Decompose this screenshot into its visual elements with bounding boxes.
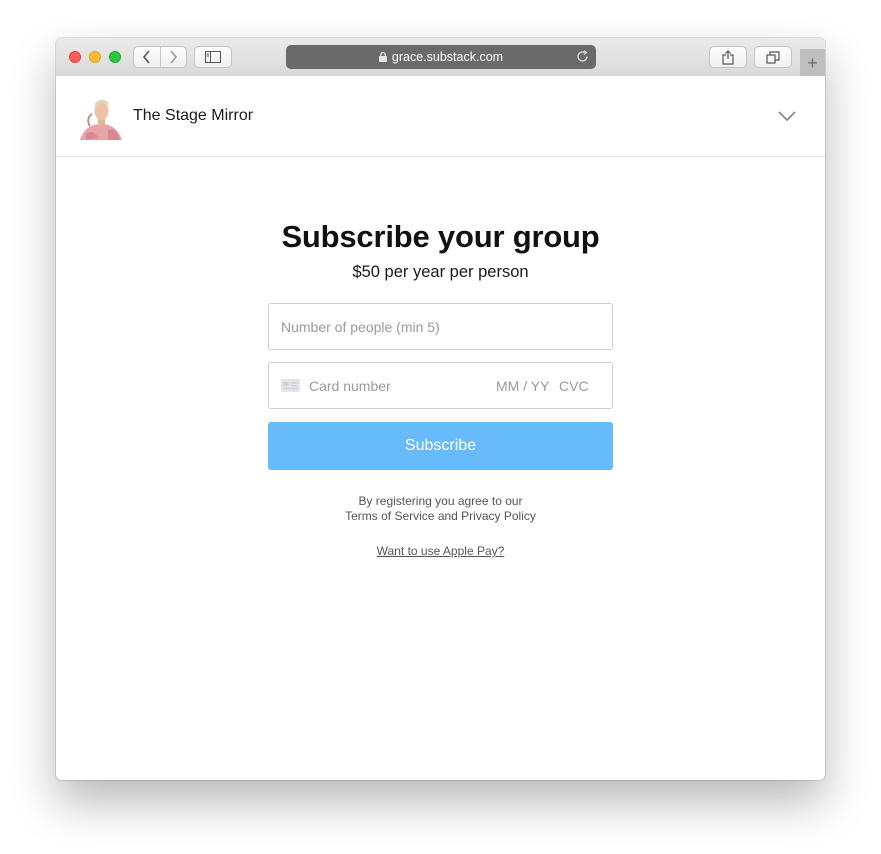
sidebar-button[interactable] (194, 46, 232, 68)
cvc-placeholder: CVC (559, 378, 589, 394)
reload-icon[interactable] (576, 50, 589, 63)
publication-name[interactable]: The Stage Mirror (133, 107, 253, 125)
apple-pay-link[interactable]: Want to use Apple Pay? (56, 544, 825, 558)
navigation-buttons (133, 46, 187, 68)
plus-icon: + (807, 52, 818, 73)
chevron-right-icon (170, 50, 178, 64)
chevron-down-icon[interactable] (778, 109, 796, 127)
share-button[interactable] (709, 46, 747, 68)
back-button[interactable] (134, 47, 160, 67)
browser-window: grace.substack.com + The Stage Mirror Su… (56, 38, 825, 780)
expiry-placeholder: MM / YY (496, 378, 550, 394)
close-window-button[interactable] (69, 51, 81, 63)
share-icon (722, 49, 734, 65)
browser-toolbar: grace.substack.com + (56, 38, 825, 77)
terms-and-privacy-links[interactable]: Terms of Service and Privacy Policy (56, 509, 825, 524)
price-text: $50 per year per person (352, 263, 529, 281)
card-input[interactable]: Card number MM / YY CVC (268, 362, 613, 409)
new-tab-button[interactable]: + (800, 49, 825, 76)
publication-header: The Stage Mirror (56, 76, 825, 157)
avatar[interactable] (78, 94, 124, 140)
minimize-window-button[interactable] (89, 51, 101, 63)
url-text: grace.substack.com (391, 50, 504, 64)
chevron-left-icon (142, 50, 150, 64)
address-bar[interactable]: grace.substack.com (286, 45, 596, 69)
forward-button[interactable] (161, 47, 187, 67)
page-title: Subscribe your group (281, 219, 600, 254)
zoom-window-button[interactable] (109, 51, 121, 63)
subscribe-button[interactable]: Subscribe (268, 422, 613, 470)
card-number-placeholder: Card number (309, 378, 391, 394)
credit-card-icon (281, 379, 300, 395)
lock-icon (378, 52, 387, 62)
legal-text: By registering you agree to our Terms of… (56, 494, 825, 524)
number-of-people-input[interactable]: Number of people (min 5) (268, 303, 613, 350)
sidebar-icon (205, 51, 221, 63)
people-placeholder: Number of people (min 5) (281, 319, 440, 335)
tab-overview-button[interactable] (754, 46, 792, 68)
legal-line-1: By registering you agree to our (358, 494, 523, 508)
tabs-icon (766, 50, 780, 64)
subscribe-section: Subscribe your group $50 per year per pe… (56, 157, 825, 780)
